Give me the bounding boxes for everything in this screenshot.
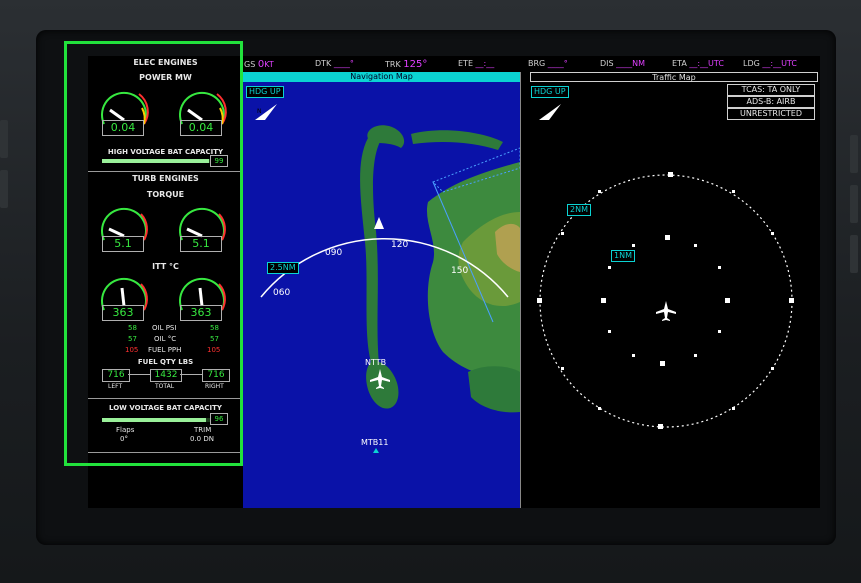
heading-060: 060 [273, 288, 291, 298]
heading-090: 090 [325, 248, 343, 258]
traffic-orientation-label[interactable]: HDG UP [531, 86, 569, 98]
heading-120: 120 [391, 240, 409, 250]
trim-value: 0.0 DN [190, 435, 214, 443]
traffic-rings [537, 172, 794, 429]
fuel-connector-left [128, 374, 150, 375]
power-right-needle [187, 108, 203, 122]
ldg-readout: LDG __:__UTC [743, 59, 797, 68]
torque-right-value: 5.1 [180, 236, 222, 252]
heading-150: 150 [451, 266, 469, 276]
trim-label: TRIM [194, 426, 212, 434]
lv-bat-label: LOW VOLTAGE BAT CAPACITY [109, 404, 222, 412]
torque-left-value: 5.1 [102, 236, 144, 252]
oil-temp-label: OIL °C [154, 335, 177, 343]
torque-right-needle [186, 227, 203, 238]
fuel-flow-left: 105 [125, 346, 139, 354]
brg-readout: BRG ____° [528, 59, 568, 68]
waypoint-icon [373, 448, 379, 453]
north-label: N [257, 108, 262, 115]
fuel-connector-right [180, 374, 202, 375]
gs-readout: GS 0KT [244, 59, 274, 70]
bezel-button-right-2[interactable] [850, 185, 858, 223]
oil-temp-right: 57 [210, 335, 219, 343]
divider [88, 398, 243, 399]
turb-engines-title: TURB ENGINES [132, 174, 199, 183]
adsb-mode-button[interactable]: ADS-B: AIRB [727, 96, 815, 108]
power-right-value: 0.04 [180, 120, 222, 136]
engine-indication-panel: ELEC ENGINES POWER MW 0.04 0.04 HIGH VOL… [88, 56, 243, 508]
nav-data-bar: GS 0KT DTK ____° TRK 125° ETE __:__ BRG … [240, 56, 820, 72]
bezel-button-left-2[interactable] [0, 170, 8, 208]
bezel-button-right-1[interactable] [850, 135, 858, 173]
eta-readout: ETA __:__UTC [672, 59, 724, 68]
power-left-needle [109, 108, 125, 122]
torque-left-needle [108, 227, 125, 238]
altitude-filter-button[interactable]: UNRESTRICTED [727, 108, 815, 120]
itt-right-value: 363 [180, 305, 222, 321]
traffic-north-label: N [541, 108, 546, 115]
fuel-qty-left: 716 [102, 369, 130, 382]
traffic-ownship-icon [656, 301, 676, 321]
fuel-left-caption: LEFT [108, 383, 123, 390]
oil-temp-left: 57 [128, 335, 137, 343]
oil-psi-left: 58 [128, 324, 137, 332]
navigation-map-title: Navigation Map [243, 72, 520, 82]
elec-engines-title: ELEC ENGINES [133, 58, 198, 67]
airport-label: NTTB [365, 358, 387, 367]
inner-ring-label: 1NM [611, 250, 635, 262]
trk-readout: TRK 125° [385, 59, 428, 70]
flaps-value: 0° [120, 435, 128, 443]
bezel-button-right-3[interactable] [850, 235, 858, 273]
traffic-map[interactable]: HDG UP N 2NM 1NM [520, 72, 819, 508]
oil-psi-label: OIL PSI [152, 324, 177, 332]
hv-bat-value: 99 [210, 155, 228, 167]
lv-bat-fill [102, 418, 206, 422]
navigation-map[interactable]: HDG UP N 2.5NM 060 090 120 150 NTTB MTB1… [243, 72, 520, 508]
fuel-qty-total: 1432 [150, 369, 182, 382]
dis-readout: DIS ____NM [600, 59, 646, 68]
waypoint-label: MTB11 [361, 438, 389, 447]
bezel-button-left-1[interactable] [0, 120, 8, 158]
traffic-map-title: Traffic Map [530, 72, 818, 82]
hv-bat-fill [102, 159, 209, 163]
tcas-mode-button[interactable]: TCAS: TA ONLY [727, 84, 815, 96]
map-orientation-label[interactable]: HDG UP [246, 86, 284, 98]
ownship-airplane-icon [370, 369, 390, 389]
itt-right-needle [198, 287, 204, 307]
itt-left-value: 363 [102, 305, 144, 321]
oil-psi-right: 58 [210, 324, 219, 332]
power-left-value: 0.04 [102, 120, 144, 136]
flaps-label: Flaps [116, 426, 135, 434]
dtk-readout: DTK ____° [315, 59, 354, 68]
outer-ring-label: 2NM [567, 204, 591, 216]
itt-left-needle [120, 287, 126, 307]
fuel-flow-right: 105 [207, 346, 221, 354]
divider [88, 171, 243, 172]
fuel-right-caption: RIGHT [205, 383, 224, 390]
fuel-total-caption: TOTAL [155, 383, 175, 390]
fuel-qty-right: 716 [202, 369, 230, 382]
lv-bat-value: 96 [210, 413, 228, 425]
range-ring-label[interactable]: 2.5NM [267, 262, 299, 274]
fuel-flow-label: FUEL PPH [148, 346, 182, 354]
divider [88, 452, 243, 453]
ete-readout: ETE __:__ [458, 59, 495, 68]
fuel-qty-label: FUEL QTY LBS [137, 358, 194, 366]
